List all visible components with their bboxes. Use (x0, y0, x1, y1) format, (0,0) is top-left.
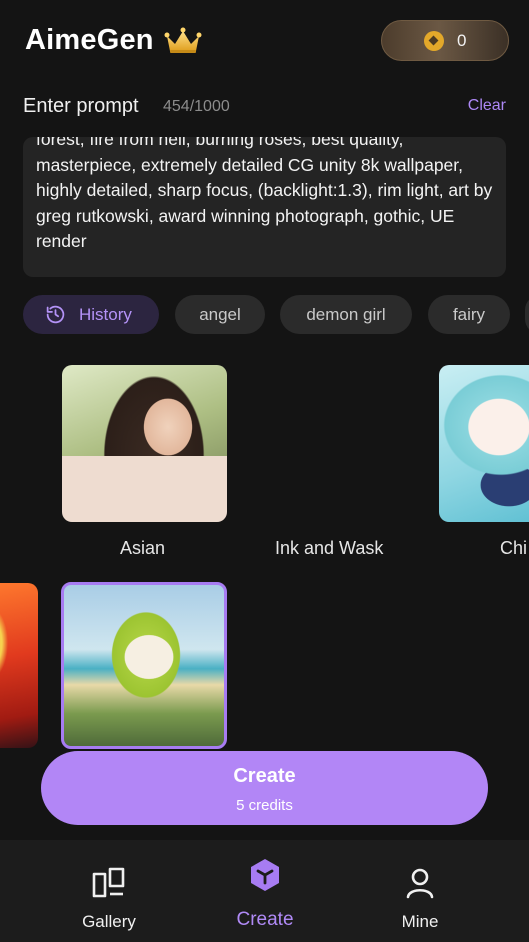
create-cost-label: 5 credits (236, 797, 293, 814)
bottom-nav: Gallery Create Mine (0, 840, 529, 942)
app-title: AimeGen (25, 24, 154, 56)
nav-gallery[interactable]: Gallery (49, 840, 169, 942)
chip-history[interactable]: History (23, 295, 159, 334)
history-icon (46, 305, 65, 324)
crown-icon (164, 27, 202, 53)
prompt-text: forest, fire from hell, burning roses, b… (36, 137, 493, 251)
app-header: AimeGen 0 (0, 0, 529, 82)
coin-icon (424, 31, 444, 51)
chip-demon-girl[interactable]: demon girl (280, 295, 412, 334)
nav-mine[interactable]: Mine (360, 840, 480, 942)
nav-gallery-label: Gallery (82, 912, 136, 931)
chip-partial[interactable] (525, 295, 529, 334)
chip-label: demon girl (306, 305, 386, 324)
person-icon (406, 868, 434, 899)
nav-mine-label: Mine (401, 912, 439, 931)
chip-label: fairy (452, 305, 486, 324)
nav-create[interactable]: Create (205, 840, 325, 942)
prompt-char-count: 454/1000 (163, 98, 230, 115)
create-cube-icon (251, 859, 279, 891)
chip-label: angel (199, 305, 241, 324)
style-tile-asian[interactable] (62, 365, 227, 522)
prompt-label: Enter prompt (23, 95, 139, 117)
style-tile-anime-selected[interactable] (61, 582, 227, 749)
nav-create-label: Create (236, 909, 294, 930)
style-tile-chibi[interactable] (439, 365, 529, 522)
create-button[interactable]: Create 5 credits (41, 751, 488, 825)
style-label-asian: Asian (120, 538, 166, 558)
clear-prompt-button[interactable]: Clear (468, 97, 506, 115)
create-button-label: Create (233, 765, 296, 787)
chip-angel[interactable]: angel (175, 295, 265, 334)
credits-balance-button[interactable]: 0 (381, 20, 509, 61)
chip-fairy[interactable]: fairy (428, 295, 510, 334)
style-label-ink-and-wask: Ink and Wask (275, 538, 384, 558)
style-tile-fire[interactable] (0, 583, 38, 748)
credits-count: 0 (457, 31, 467, 50)
style-label-chibi: Chi (500, 538, 528, 558)
prompt-input[interactable]: forest, fire from hell, burning roses, b… (23, 137, 506, 277)
gallery-icon (92, 867, 125, 898)
chip-history-label: History (79, 305, 132, 324)
